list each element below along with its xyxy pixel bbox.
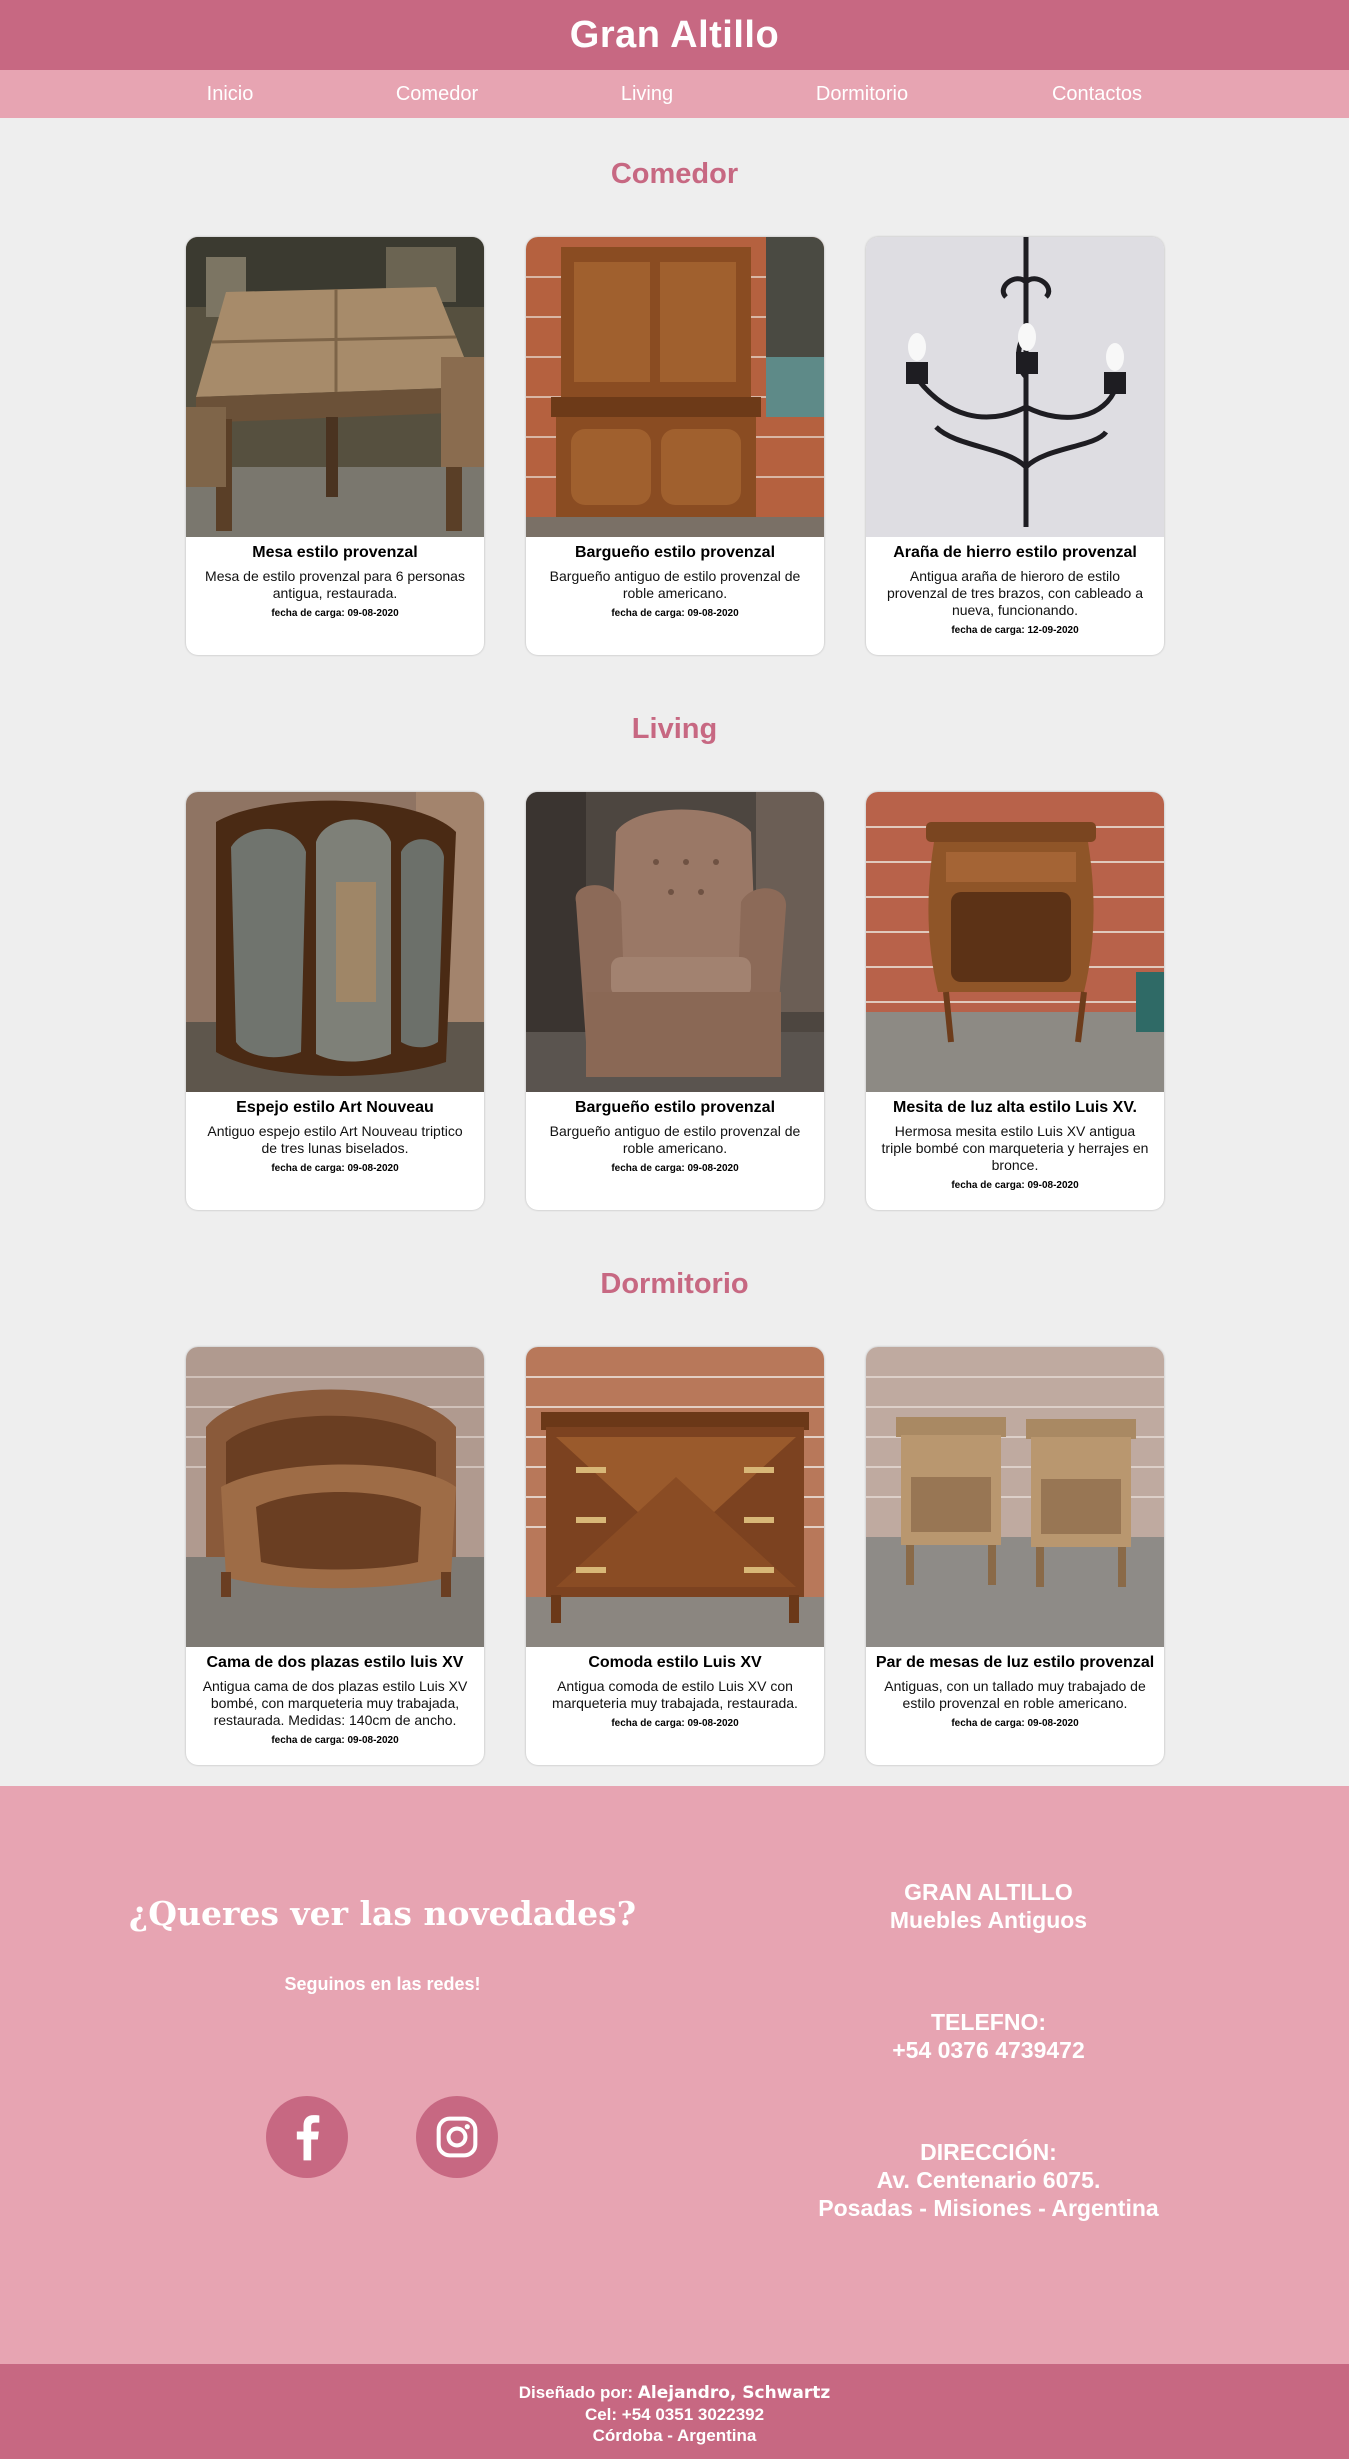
address-street: Av. Centenario 6075.: [876, 2167, 1101, 2193]
card-title: Bargueño estilo provenzal: [574, 544, 776, 561]
card-title: Cama de dos plazas estilo luis XV: [206, 1654, 464, 1671]
card-date: fecha de carga: 12-09-2020: [951, 625, 1079, 636]
card-title: Par de mesas de luz estilo provenzal: [875, 1654, 1155, 1671]
designer-location: Córdoba - Argentina: [592, 2426, 757, 2445]
nav-item-inicio[interactable]: Inicio: [130, 70, 330, 118]
card-description: Bargueño antiguo de estilo provenzal de …: [549, 568, 801, 601]
company-name: GRAN ALTILLO: [904, 1879, 1073, 1905]
section-title-dormitorio: Dormitorio: [600, 1268, 749, 1300]
phone-label: TELEFNO:: [931, 2009, 1046, 2035]
product-card-bargueno-provenzal[interactable]: Bargueño estilo provenzal Bargueño antig…: [526, 237, 824, 655]
card-title: Comoda estilo Luis XV: [588, 1654, 762, 1671]
card-date: fecha de carga: 09-08-2020: [611, 1163, 739, 1174]
nav-item-dormitorio[interactable]: Dormitorio: [762, 70, 962, 118]
product-card-comoda-luis-xv[interactable]: Comoda estilo Luis XV Antigua comoda de …: [526, 1347, 824, 1765]
product-image-armchair: [526, 792, 824, 1092]
phone-number: +54 0376 4739472: [892, 2037, 1085, 2063]
designer-prefix: Diseñado por:: [518, 2383, 638, 2402]
instagram-link[interactable]: [416, 2096, 498, 2178]
product-image-cabinet: [526, 237, 824, 537]
nav-item-contactos[interactable]: Contactos: [997, 70, 1197, 118]
site-header: Gran Altillo: [0, 0, 1349, 70]
product-card-mesita-luz-luis-xv[interactable]: Mesita de luz alta estilo Luis XV. Hermo…: [866, 792, 1164, 1210]
card-description: Antiguas, con un tallado muy trabajado d…: [884, 1678, 1146, 1711]
card-date: fecha de carga: 09-08-2020: [271, 608, 399, 619]
card-title: Mesita de luz alta estilo Luis XV.: [893, 1099, 1137, 1116]
card-description: Mesa de estilo provenzal para 6 personas…: [205, 568, 465, 601]
card-description: Antigua comoda de estilo Luis XV con mar…: [552, 1678, 798, 1711]
credits-bar: Diseñado por: Alejandro, Schwartz Cel: +…: [0, 2364, 1349, 2459]
nav-item-living[interactable]: Living: [547, 70, 747, 118]
product-image-bed: [186, 1347, 484, 1647]
product-card-par-mesas-luz[interactable]: Par de mesas de luz estilo provenzal Ant…: [866, 1347, 1164, 1765]
nav-item-comedor[interactable]: Comedor: [337, 70, 537, 118]
designer-name: Alejandro, Schwartz: [637, 2383, 831, 2403]
product-image-dresser: [526, 1347, 824, 1647]
footer-heading: ¿Queres ver las novedades?: [128, 1894, 637, 1933]
footer: ¿Queres ver las novedades? Seguinos en l…: [0, 1786, 1349, 2364]
card-description: Antigua cama de dos plazas estilo Luis X…: [202, 1678, 468, 1728]
card-date: fecha de carga: 09-08-2020: [951, 1718, 1079, 1729]
card-title: Bargueño estilo provenzal: [574, 1099, 776, 1116]
product-image-table: [186, 237, 484, 537]
section-title-living: Living: [631, 713, 718, 745]
site-title: Gran Altillo: [569, 13, 780, 56]
phone-info: TELEFNO: +54 0376 4739472: [765, 2008, 1212, 2064]
card-date: fecha de carga: 09-08-2020: [611, 608, 739, 619]
card-description: Antigua araña de hieroro de estilo prove…: [886, 568, 1144, 618]
card-description: Hermosa mesita estilo Luis XV antigua tr…: [881, 1123, 1149, 1173]
product-card-bargueno-provenzal-living[interactable]: Bargueño estilo provenzal Bargueño antig…: [526, 792, 824, 1210]
section-title-comedor: Comedor: [610, 158, 739, 190]
footer-subheading: Seguinos en las redes!: [284, 1974, 481, 1994]
card-title: Mesa estilo provenzal: [252, 544, 418, 561]
product-image-mirror: [186, 792, 484, 1092]
product-card-mesa-provenzal[interactable]: Mesa estilo provenzal Mesa de estilo pro…: [186, 237, 484, 655]
card-description: Bargueño antiguo de estilo provenzal de …: [549, 1123, 801, 1156]
company-info: GRAN ALTILLO Muebles Antiguos: [765, 1878, 1212, 1934]
designer-phone: Cel: +54 0351 3022392: [584, 2405, 765, 2424]
card-title: Araña de hierro estilo provenzal: [893, 544, 1137, 561]
product-card-cama-dos-plazas[interactable]: Cama de dos plazas estilo luis XV Antigu…: [186, 1347, 484, 1765]
main-nav: Inicio Comedor Living Dormitorio Contact…: [0, 70, 1349, 118]
product-image-nightstands: [866, 1347, 1164, 1647]
instagram-icon: [436, 2116, 478, 2158]
product-image-chandelier: [866, 237, 1164, 537]
address-city: Posadas - Misiones - Argentina: [818, 2195, 1159, 2221]
product-image-nightstand: [866, 792, 1164, 1092]
company-tagline: Muebles Antiguos: [889, 1907, 1088, 1933]
designer-credit: Diseñado por: Alejandro, Schwartz: [0, 2382, 1349, 2404]
card-title: Espejo estilo Art Nouveau: [236, 1099, 434, 1116]
card-date: fecha de carga: 09-08-2020: [951, 1180, 1079, 1191]
card-description: Antiguo espejo estilo Art Nouveau tripti…: [207, 1123, 463, 1156]
address-label: DIRECCIÓN:: [920, 2139, 1057, 2165]
card-date: fecha de carga: 09-08-2020: [611, 1718, 739, 1729]
card-date: fecha de carga: 09-08-2020: [271, 1163, 399, 1174]
card-date: fecha de carga: 09-08-2020: [271, 1735, 399, 1746]
facebook-link[interactable]: [266, 2096, 348, 2178]
product-card-arana-hierro[interactable]: Araña de hierro estilo provenzal Antigua…: [866, 237, 1164, 655]
address-info: DIRECCIÓN: Av. Centenario 6075. Posadas …: [765, 2138, 1212, 2222]
facebook-icon: [296, 2115, 320, 2161]
product-card-espejo-art-nouveau[interactable]: Espejo estilo Art Nouveau Antiguo espejo…: [186, 792, 484, 1210]
